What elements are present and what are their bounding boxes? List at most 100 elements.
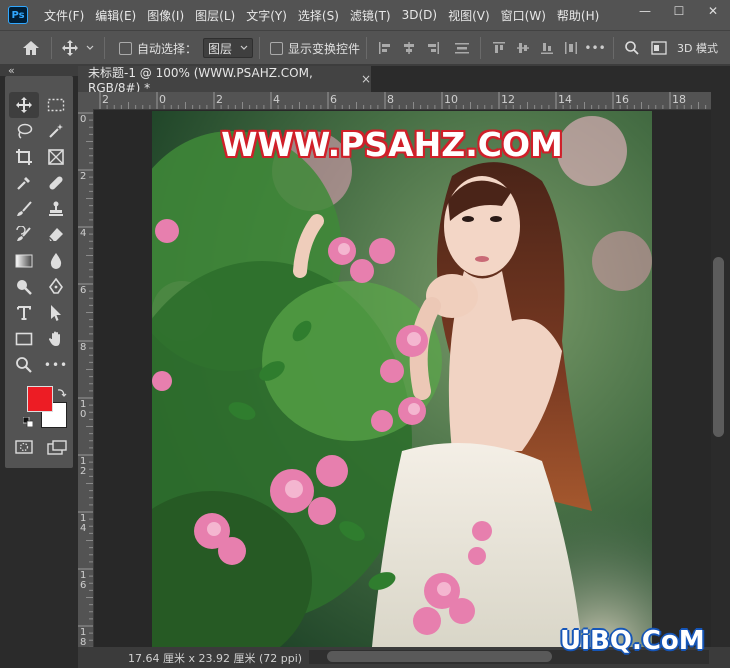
3d-mode-label[interactable]: 3D 模式 bbox=[677, 40, 718, 56]
history-brush-tool-icon[interactable] bbox=[9, 222, 39, 248]
ruler-h-label: 8 bbox=[387, 93, 394, 106]
divider bbox=[613, 37, 615, 59]
ruler-h-label: 4 bbox=[273, 93, 280, 106]
document-tab-row: 未标题-1 @ 100% (WWW.PSAHZ.COM, RGB/8#) * × bbox=[78, 65, 730, 95]
divider bbox=[366, 37, 368, 59]
menu-image[interactable]: 图像(I) bbox=[141, 7, 189, 24]
eraser-tool-icon[interactable] bbox=[41, 222, 71, 248]
ruler-h-label: 0 bbox=[159, 93, 166, 106]
ruler-v-label: 1 2 bbox=[80, 456, 87, 477]
align-right-icon[interactable] bbox=[424, 39, 442, 57]
align-middle-v-icon[interactable] bbox=[514, 39, 532, 57]
distribute-horizontal-icon[interactable] bbox=[562, 39, 580, 57]
distribute-vertical-icon[interactable] bbox=[453, 39, 471, 57]
document-size-readout[interactable]: 17.64 厘米 x 23.92 厘米 (72 ppi) bbox=[128, 650, 302, 666]
options-bar: 自动选择： 图层 显示变换控件 ••• 3D 模式 bbox=[0, 30, 730, 65]
menu-window[interactable]: 窗口(W) bbox=[495, 7, 551, 24]
site-watermark: UiBQ.CoM bbox=[560, 626, 705, 656]
menu-view[interactable]: 视图(V) bbox=[442, 7, 495, 24]
quick-mask-icon[interactable] bbox=[15, 440, 33, 457]
screen-mode-icon[interactable] bbox=[47, 440, 67, 459]
horizontal-ruler[interactable]: 2 0 2 4 6 8 10 12 14 16 18 bbox=[78, 92, 711, 110]
ruler-h-label: 6 bbox=[330, 93, 337, 106]
eyedropper-tool-icon[interactable] bbox=[9, 170, 39, 196]
ruler-v-label: 1 6 bbox=[80, 570, 87, 591]
close-tab-icon[interactable]: × bbox=[361, 72, 371, 86]
frame-tool-icon[interactable] bbox=[41, 144, 71, 170]
auto-select-checkbox[interactable] bbox=[119, 41, 132, 55]
menu-bar: Ps 文件(F) 编辑(E) 图像(I) 图层(L) 文字(Y) 选择(S) 滤… bbox=[0, 0, 730, 30]
ruler-v-label: 2 bbox=[80, 171, 87, 182]
ruler-h-label: 12 bbox=[501, 93, 515, 106]
auto-select-dropdown[interactable]: 图层 bbox=[203, 38, 254, 58]
ruler-v-label: 0 bbox=[80, 114, 87, 125]
auto-select-label: 自动选择： bbox=[137, 41, 198, 56]
brush-tool-icon[interactable] bbox=[9, 196, 39, 222]
more-tools-icon[interactable]: ••• bbox=[41, 352, 71, 378]
type-tool-icon[interactable] bbox=[9, 300, 39, 326]
ruler-v-label: 6 bbox=[80, 285, 87, 296]
vertical-ruler[interactable]: 0 2 4 6 8 1 0 1 2 1 4 1 6 1 8 bbox=[78, 109, 94, 648]
minimize-button[interactable]: — bbox=[628, 0, 662, 22]
document-tab-title: 未标题-1 @ 100% (WWW.PSAHZ.COM, RGB/8#) * bbox=[88, 65, 313, 95]
align-left-icon[interactable] bbox=[376, 39, 394, 57]
search-icon[interactable] bbox=[623, 39, 641, 57]
align-bottom-icon[interactable] bbox=[538, 39, 556, 57]
menu-3d[interactable]: 3D(D) bbox=[396, 8, 442, 22]
color-swatches bbox=[21, 386, 71, 436]
home-icon[interactable] bbox=[20, 39, 42, 57]
close-button[interactable]: ✕ bbox=[696, 0, 730, 22]
canvas-text-layer[interactable]: WWW.PSAHZ.COM bbox=[212, 125, 572, 164]
dodge-tool-icon[interactable] bbox=[9, 274, 39, 300]
more-options-icon[interactable]: ••• bbox=[584, 39, 605, 57]
ruler-v-label: 1 8 bbox=[80, 627, 87, 648]
move-tool-icon[interactable] bbox=[61, 39, 79, 57]
default-colors-icon[interactable] bbox=[22, 416, 34, 428]
align-center-h-icon[interactable] bbox=[400, 39, 418, 57]
ruler-h-label: 2 bbox=[102, 93, 109, 106]
divider bbox=[480, 37, 482, 59]
chevron-down-icon bbox=[240, 45, 248, 50]
menu-filter[interactable]: 滤镜(T) bbox=[344, 7, 396, 24]
photoshop-logo: Ps bbox=[8, 6, 28, 24]
marquee-tool-icon[interactable] bbox=[41, 92, 71, 118]
swap-colors-icon[interactable] bbox=[57, 386, 67, 397]
magic-wand-tool-icon[interactable] bbox=[41, 118, 71, 144]
ruler-h-label: 14 bbox=[558, 93, 572, 106]
menu-file[interactable]: 文件(F) bbox=[38, 7, 89, 24]
blur-tool-icon[interactable] bbox=[41, 248, 71, 274]
pen-tool-icon[interactable] bbox=[41, 274, 71, 300]
gradient-tool-icon[interactable] bbox=[9, 248, 39, 274]
maximize-button[interactable]: ☐ bbox=[662, 0, 696, 22]
menu-select[interactable]: 选择(S) bbox=[292, 7, 344, 24]
align-top-icon[interactable] bbox=[490, 39, 508, 57]
lasso-tool-icon[interactable] bbox=[9, 118, 39, 144]
menu-help[interactable]: 帮助(H) bbox=[551, 7, 604, 24]
shape-tool-icon[interactable] bbox=[9, 326, 39, 352]
stamp-tool-icon[interactable] bbox=[41, 196, 71, 222]
chevron-down-icon[interactable] bbox=[85, 39, 95, 57]
vertical-scrollbar-thumb[interactable] bbox=[713, 257, 724, 437]
crop-tool-icon[interactable] bbox=[9, 144, 39, 170]
document-canvas[interactable]: WWW.PSAHZ.COM bbox=[152, 111, 652, 647]
ruler-v-label: 4 bbox=[80, 228, 87, 239]
show-transform-checkbox[interactable] bbox=[270, 41, 284, 55]
document-tab[interactable]: 未标题-1 @ 100% (WWW.PSAHZ.COM, RGB/8#) * × bbox=[78, 65, 371, 95]
horizontal-scrollbar-thumb[interactable] bbox=[327, 651, 552, 662]
healing-brush-tool-icon[interactable] bbox=[41, 170, 71, 196]
foreground-color-swatch[interactable] bbox=[27, 386, 53, 412]
menu-type[interactable]: 文字(Y) bbox=[240, 7, 292, 24]
menu-layer[interactable]: 图层(L) bbox=[189, 7, 240, 24]
workspace-icon[interactable] bbox=[650, 39, 668, 57]
ruler-h-label: 10 bbox=[444, 93, 458, 106]
path-select-tool-icon[interactable] bbox=[41, 300, 71, 326]
ruler-v-label: 1 0 bbox=[80, 399, 87, 420]
show-transform-label: 显示变换控件 bbox=[288, 41, 361, 56]
photo-image bbox=[152, 111, 652, 647]
move-tool-icon[interactable] bbox=[9, 92, 39, 118]
zoom-tool-icon[interactable] bbox=[9, 352, 39, 378]
menu-edit[interactable]: 编辑(E) bbox=[89, 7, 141, 24]
hand-tool-icon[interactable] bbox=[41, 326, 71, 352]
window-controls: — ☐ ✕ bbox=[628, 0, 730, 22]
ruler-v-label: 1 4 bbox=[80, 513, 87, 534]
